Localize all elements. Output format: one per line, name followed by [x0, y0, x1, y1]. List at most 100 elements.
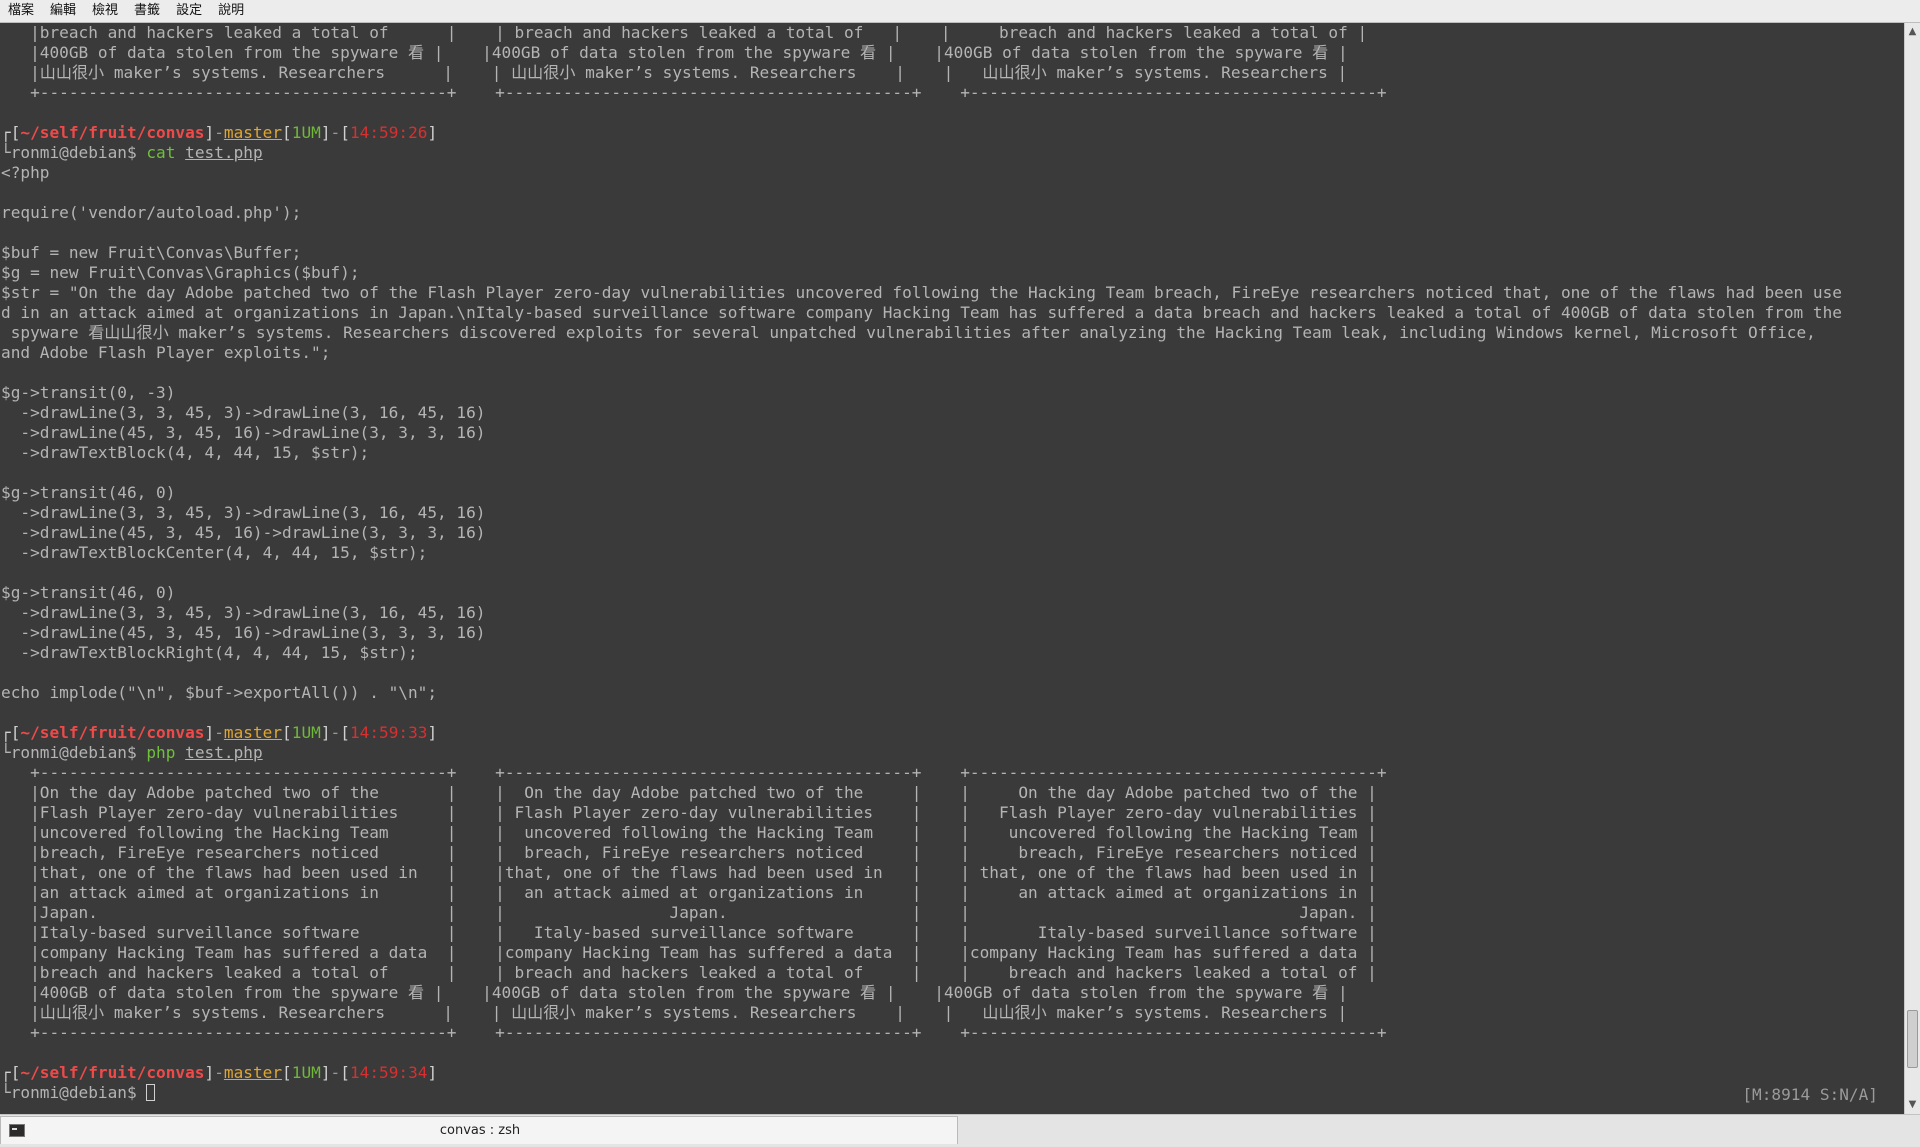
menu-edit[interactable]: 編輯: [42, 0, 84, 22]
menu-help[interactable]: 說明: [210, 0, 252, 22]
terminal-text: |breach and hackers leaked a total of | …: [1, 963, 1377, 982]
terminal-line: |company Hacking Team has suffered a dat…: [1, 943, 1842, 963]
terminal-text: ->drawLine(45, 3, 45, 16)->drawLine(3, 3…: [1, 623, 486, 642]
prompt-bracket: [: [340, 723, 350, 742]
terminal-line: |breach and hackers leaked a total of | …: [1, 23, 1842, 43]
terminal-line: d in an attack aimed at organizations in…: [1, 303, 1842, 323]
prompt-separator: -: [330, 723, 341, 742]
prompt-bracket: [: [282, 723, 292, 742]
shell-command: cat: [146, 143, 176, 162]
terminal-text: d in an attack aimed at organizations in…: [1, 303, 1842, 322]
terminal-line: |breach, FireEye researchers noticed | |…: [1, 843, 1842, 863]
menu-bookmarks[interactable]: 書籤: [126, 0, 168, 22]
terminal-text: spyware 看山山很小 maker’s systems. Researche…: [1, 323, 1816, 342]
terminal-text: ->drawLine(3, 3, 45, 3)->drawLine(3, 16,…: [1, 503, 486, 522]
terminal-line: └ronmi@debian$: [1, 1083, 1842, 1103]
prompt-bracket: [: [282, 1063, 292, 1082]
terminal-line: ->drawLine(45, 3, 45, 16)->drawLine(3, 3…: [1, 623, 1842, 643]
terminal-text: +---------------------------------------…: [1, 83, 1387, 102]
terminal-text: ->drawLine(45, 3, 45, 16)->drawLine(3, 3…: [1, 423, 486, 442]
terminal-text: |Japan. | | Japan. | | Japan. |: [1, 903, 1377, 922]
terminal-text: |an attack aimed at organizations in | |…: [1, 883, 1377, 902]
terminal-line: |山山很小 maker’s systems. Researchers | | 山…: [1, 63, 1842, 83]
terminal-line: └ronmi@debian$ cat test.php: [1, 143, 1842, 163]
terminal-text: ->drawLine(3, 3, 45, 3)->drawLine(3, 16,…: [1, 403, 486, 422]
prompt-bracket: ]: [320, 123, 331, 142]
terminal-line: ->drawTextBlock(4, 4, 44, 15, $str);: [1, 443, 1842, 463]
terminal-line: ->drawLine(45, 3, 45, 16)->drawLine(3, 3…: [1, 423, 1842, 443]
scrollbar-thumb[interactable]: [1907, 1009, 1918, 1068]
terminal-text: <?php: [1, 163, 50, 182]
terminal-text: and Adobe Flash Player exploits.";: [1, 343, 331, 362]
terminal-line: echo implode("\n", $buf->exportAll()) . …: [1, 683, 1842, 703]
git-status-count: 1UM: [291, 123, 321, 142]
terminal-text: ->drawTextBlockCenter(4, 4, 44, 15, $str…: [1, 543, 428, 562]
terminal-text: |400GB of data stolen from the spyware 看…: [1, 43, 1348, 62]
prompt-bracket: ┌[: [1, 723, 21, 742]
terminal-text: |that, one of the flaws had been used in…: [1, 863, 1377, 882]
prompt-bracket: ]: [204, 1063, 215, 1082]
terminal-line: ->drawLine(3, 3, 45, 3)->drawLine(3, 16,…: [1, 603, 1842, 623]
terminal-text: |Italy-based surveillance software | | I…: [1, 923, 1377, 942]
prompt-user: └ronmi@debian$: [1, 143, 147, 162]
menu-file[interactable]: 檔案: [0, 0, 42, 22]
terminal-line: |breach and hackers leaked a total of | …: [1, 963, 1842, 983]
menu-view[interactable]: 檢視: [84, 0, 126, 22]
command-argument: test.php: [185, 743, 263, 762]
menu-settings[interactable]: 設定: [168, 0, 210, 22]
terminal-line: $buf = new Fruit\Convas\Buffer;: [1, 243, 1842, 263]
terminal-text: echo implode("\n", $buf->exportAll()) . …: [1, 683, 438, 702]
tab-terminal-session[interactable]: convas : zsh: [0, 1116, 958, 1144]
prompt-time: 14:59:34: [349, 1063, 428, 1082]
terminal-text: $g = new Fruit\Convas\Graphics($buf);: [1, 263, 360, 282]
prompt-separator: -: [330, 123, 341, 142]
prompt-bracket: ]: [320, 723, 331, 742]
terminal-text: |山山很小 maker’s systems. Researchers | | 山…: [1, 1003, 1348, 1022]
git-branch: master: [223, 1063, 283, 1082]
prompt-path: ~/self/fruit/convas: [20, 723, 205, 742]
terminal-line: |On the day Adobe patched two of the | |…: [1, 783, 1842, 803]
terminal-text: |company Hacking Team has suffered a dat…: [1, 943, 1377, 962]
terminal-line: ┌[~/self/fruit/convas]-master[1UM]-[14:5…: [1, 723, 1842, 743]
terminal-view[interactable]: |breach and hackers leaked a total of | …: [0, 23, 1904, 1114]
terminal-line: require('vendor/autoload.php');: [1, 203, 1842, 223]
terminal-text: |On the day Adobe patched two of the | |…: [1, 783, 1377, 802]
terminal-line: ->drawLine(45, 3, 45, 16)->drawLine(3, 3…: [1, 523, 1842, 543]
terminal-text: $g->transit(46, 0): [1, 583, 176, 602]
terminal-line: +---------------------------------------…: [1, 83, 1842, 103]
terminal-line: |400GB of data stolen from the spyware 看…: [1, 983, 1842, 1003]
terminal-line: |an attack aimed at organizations in | |…: [1, 883, 1842, 903]
prompt-path: ~/self/fruit/convas: [20, 123, 205, 142]
terminal-text: $buf = new Fruit\Convas\Buffer;: [1, 243, 302, 262]
terminal-line: $str = "On the day Adobe patched two of …: [1, 283, 1842, 303]
scroll-down-arrow-icon[interactable]: ▼: [1905, 1098, 1920, 1112]
prompt-bracket: ┌[: [1, 1063, 21, 1082]
terminal-line: ->drawLine(3, 3, 45, 3)->drawLine(3, 16,…: [1, 503, 1842, 523]
git-status-count: 1UM: [291, 1063, 321, 1082]
terminal-text: ->drawLine(3, 3, 45, 3)->drawLine(3, 16,…: [1, 603, 486, 622]
terminal-line: |that, one of the flaws had been used in…: [1, 863, 1842, 883]
vertical-scrollbar[interactable]: ▲ ▼: [1904, 23, 1920, 1114]
terminal-line: ┌[~/self/fruit/convas]-master[1UM]-[14:5…: [1, 123, 1842, 143]
terminal-line: $g = new Fruit\Convas\Graphics($buf);: [1, 263, 1842, 283]
git-branch: master: [223, 723, 283, 742]
terminal-text: $str = "On the day Adobe patched two of …: [1, 283, 1842, 302]
terminal-output: |breach and hackers leaked a total of | …: [1, 23, 1842, 1103]
tab-bar: convas : zsh: [0, 1114, 1920, 1147]
terminal-line: $g->transit(46, 0): [1, 583, 1842, 603]
prompt-path: ~/self/fruit/convas: [20, 1063, 205, 1082]
terminal-line: +---------------------------------------…: [1, 1023, 1842, 1043]
scroll-up-arrow-icon[interactable]: ▲: [1905, 25, 1920, 39]
terminal-line: |Italy-based surveillance software | | I…: [1, 923, 1842, 943]
terminal-line: <?php: [1, 163, 1842, 183]
terminal-line: +---------------------------------------…: [1, 763, 1842, 783]
prompt-bracket: ┌[: [1, 123, 21, 142]
prompt-user: └ronmi@debian$: [1, 743, 147, 762]
